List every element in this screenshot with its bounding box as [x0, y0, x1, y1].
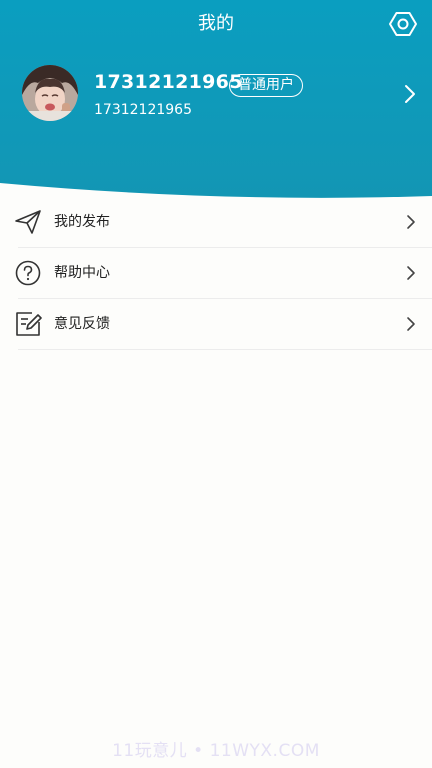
avatar[interactable] — [22, 65, 78, 121]
question-circle-icon — [14, 259, 42, 287]
profile-chevron-right-icon[interactable] — [400, 82, 420, 106]
settings-icon[interactable] — [388, 9, 418, 39]
edit-note-icon — [14, 310, 42, 338]
phone-number: 17312121965 — [94, 102, 192, 118]
divider — [18, 349, 432, 350]
page-title: 我的 — [198, 13, 234, 34]
menu-item-my-posts[interactable]: 我的发布 — [0, 197, 432, 248]
chevron-right-icon — [404, 213, 418, 231]
chevron-right-icon — [404, 315, 418, 333]
menu-item-feedback[interactable]: 意见反馈 — [0, 299, 432, 350]
menu-item-help-center[interactable]: 帮助中心 — [0, 248, 432, 299]
menu-item-label: 我的发布 — [54, 214, 110, 230]
profile-header: 我的 17312121965 普通用户 17312121965 — [0, 0, 432, 200]
paper-plane-icon — [14, 208, 42, 236]
username: 17312121965 — [94, 71, 243, 93]
menu-item-label: 帮助中心 — [54, 265, 110, 281]
watermark-text: 11玩意儿 • 11WYX.COM — [112, 741, 320, 761]
chevron-right-icon — [404, 264, 418, 282]
menu-item-label: 意见反馈 — [54, 316, 110, 332]
user-type-badge: 普通用户 — [229, 74, 303, 97]
menu-list: 我的发布 帮助中心 意见反馈 — [0, 197, 432, 350]
